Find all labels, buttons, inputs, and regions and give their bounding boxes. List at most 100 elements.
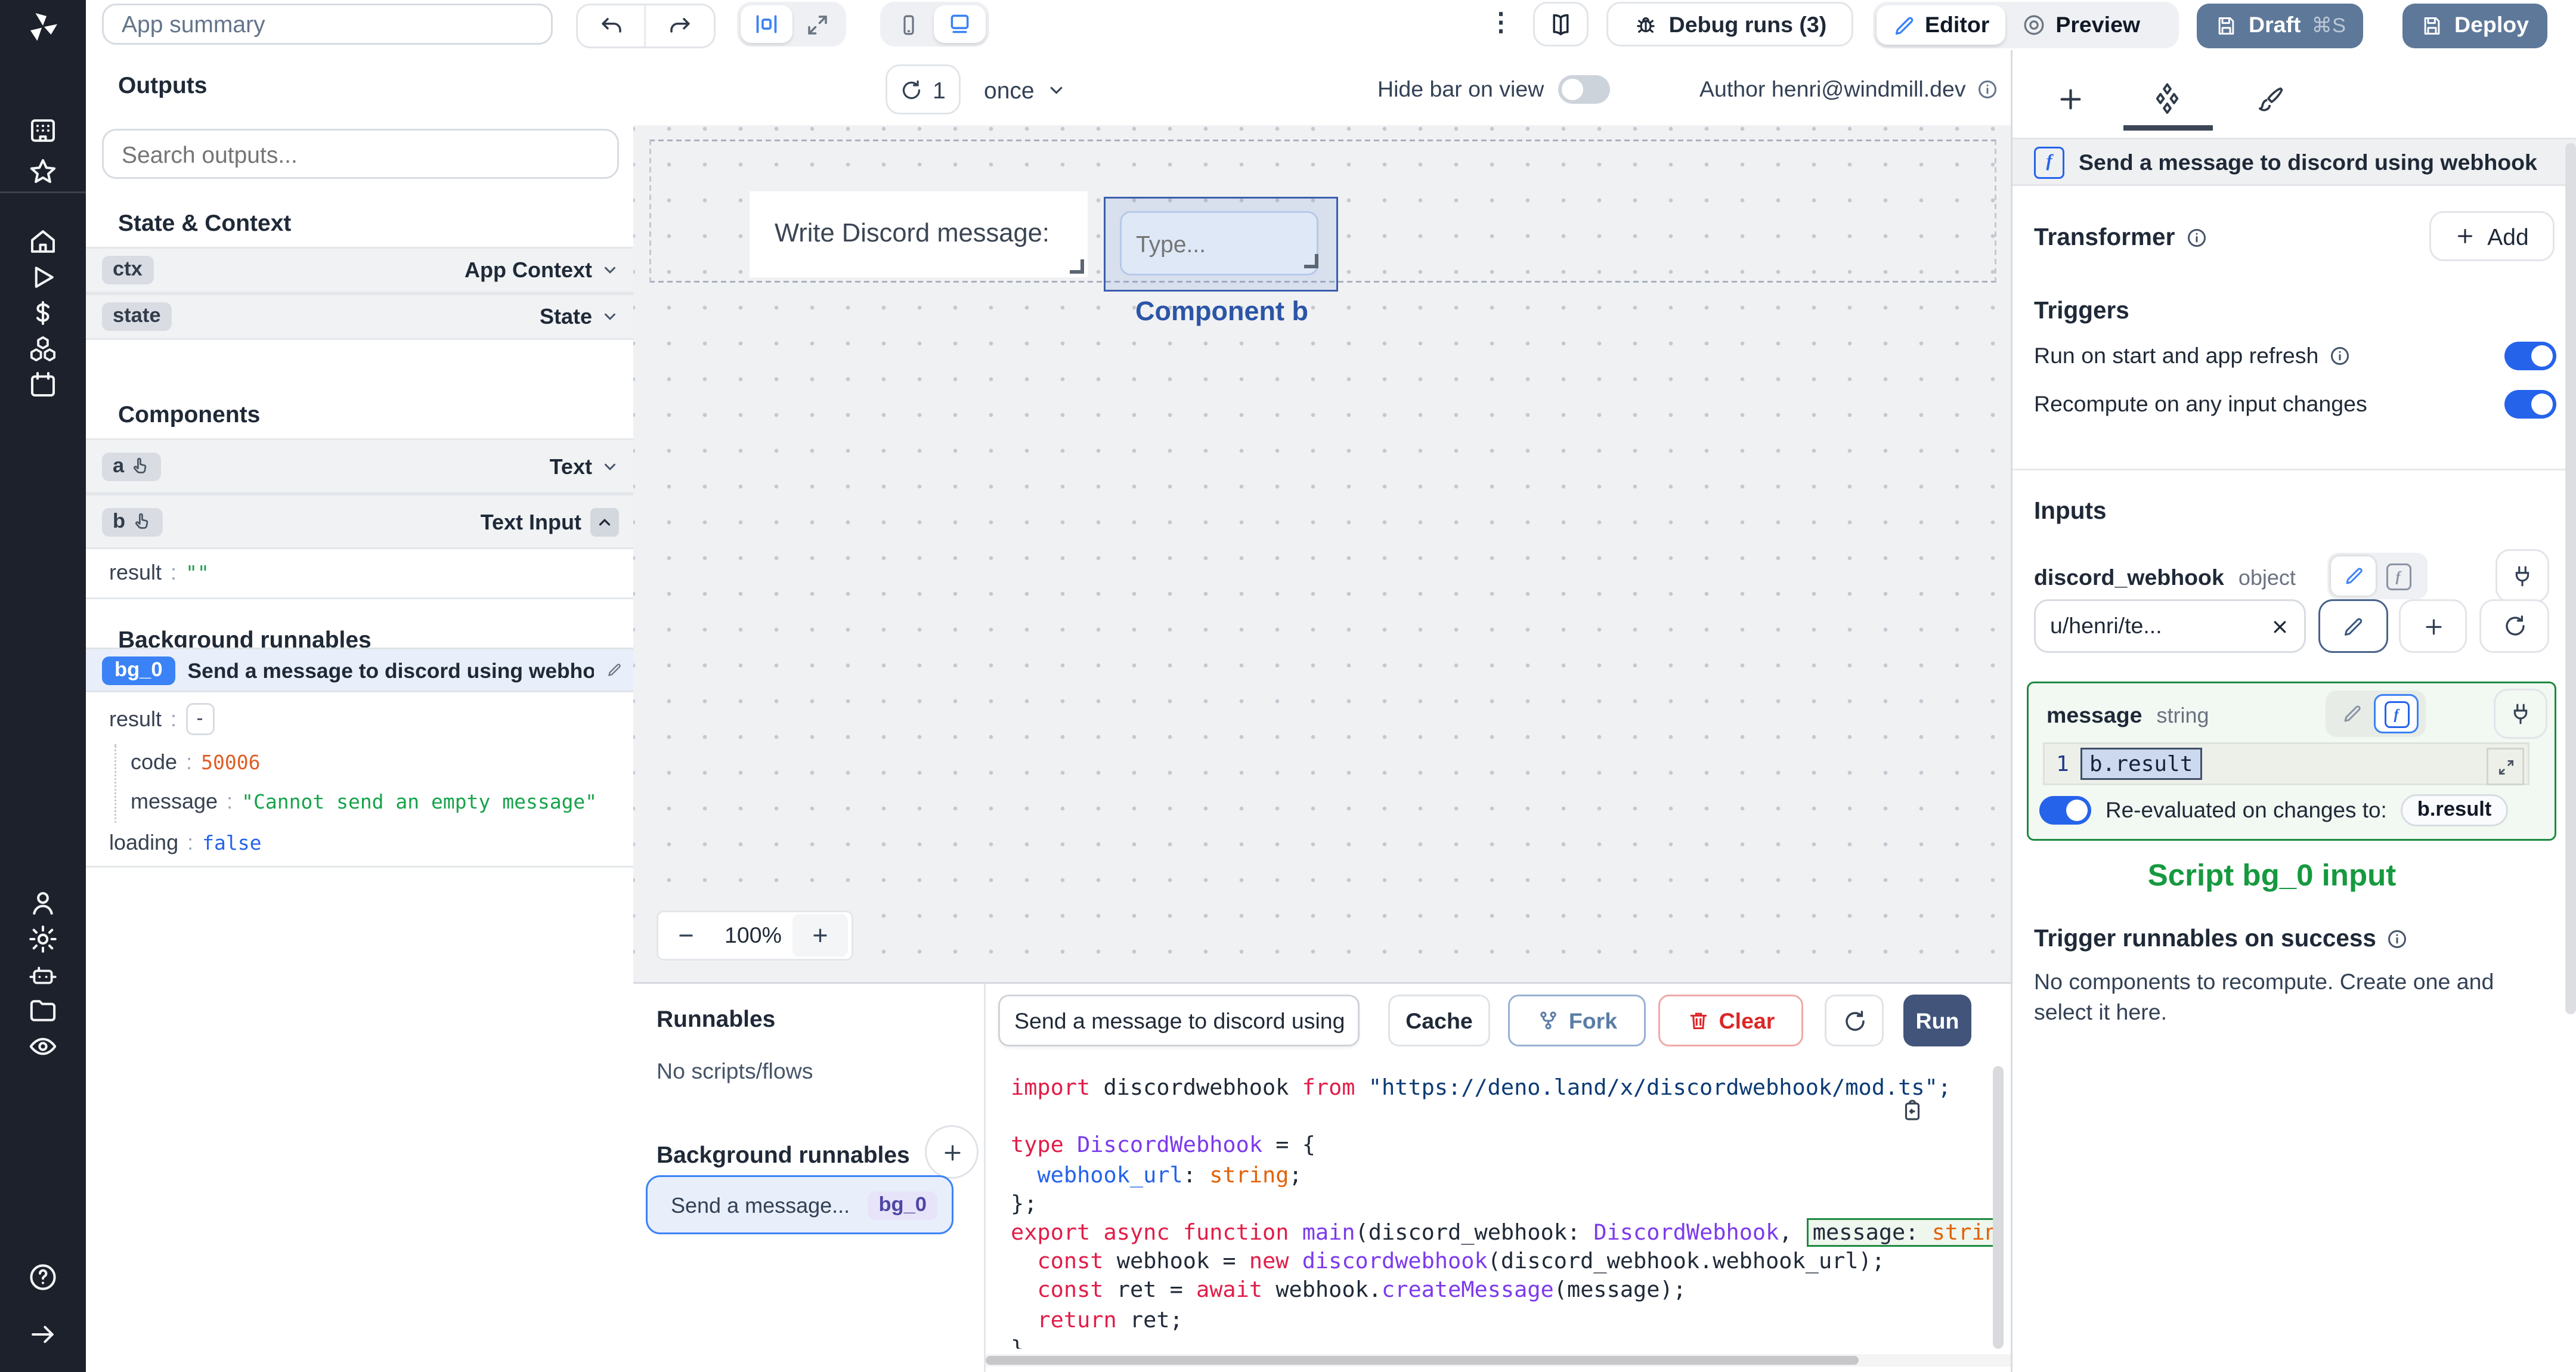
help-icon[interactable] xyxy=(27,1261,59,1293)
fork-button[interactable]: Fork xyxy=(1508,995,1646,1046)
mobile-view-button[interactable] xyxy=(884,5,934,43)
code-editor[interactable]: import discordwebhook from "https://deno… xyxy=(986,1059,1996,1349)
draft-button[interactable]: Draft ⌘S xyxy=(2197,2,2364,48)
bg0-runnable-card[interactable]: Send a message... bg_0 xyxy=(646,1175,953,1234)
add-resource-button[interactable] xyxy=(2399,599,2467,653)
collapse-row-button[interactable] xyxy=(590,507,619,536)
connect-plug-button[interactable] xyxy=(2494,689,2547,739)
center-canvas-button[interactable] xyxy=(741,5,792,43)
code-lines: import discordwebhook from "https://deno… xyxy=(1011,1073,1996,1349)
runnable-name-input[interactable] xyxy=(998,995,1360,1046)
desktop-view-button[interactable] xyxy=(934,5,986,43)
selected-expression[interactable]: b.result xyxy=(2080,748,2202,780)
clear-button[interactable]: Clear xyxy=(1658,995,1803,1046)
home-icon[interactable] xyxy=(27,225,59,258)
run-on-start-toggle[interactable] xyxy=(2504,342,2556,370)
output-row-component-a[interactable]: a Text xyxy=(86,438,633,494)
component-settings-panel: f Send a message to discord using webhoo… xyxy=(2011,50,2576,1372)
edit-resource-button[interactable] xyxy=(2318,599,2388,653)
deploy-button[interactable]: Deploy xyxy=(2402,2,2547,48)
output-row-bg0[interactable]: bg_0 Send a message to discord using web… xyxy=(86,648,633,692)
static-mode-button[interactable] xyxy=(2329,694,2374,733)
folders-icon[interactable] xyxy=(27,995,59,1027)
tab-preview[interactable]: Preview xyxy=(2005,5,2156,45)
app-canvas[interactable]: Write Discord message: Component b − 100… xyxy=(633,125,2011,982)
save-icon xyxy=(2424,16,2440,34)
schedule-select[interactable]: once xyxy=(984,64,1067,114)
settings-gear-icon[interactable] xyxy=(27,923,59,955)
text-input-component[interactable] xyxy=(1120,211,1318,275)
mobile-icon xyxy=(903,14,914,34)
kebab-menu[interactable]: ⋮ xyxy=(1488,7,1513,38)
component-b-selected[interactable] xyxy=(1104,197,1338,292)
cache-button[interactable]: Cache xyxy=(1388,995,1490,1046)
windmill-logo[interactable] xyxy=(25,9,61,45)
resize-handle[interactable] xyxy=(1304,254,1318,268)
recompute-toggle[interactable] xyxy=(2504,390,2556,419)
code-horizontal-scrollbar[interactable] xyxy=(986,1354,2011,1367)
resize-handle[interactable] xyxy=(1070,259,1084,274)
discord-webhook-resource-field[interactable]: u/henri/te... xyxy=(2034,599,2306,653)
output-row-state[interactable]: state State xyxy=(86,293,633,340)
apps-icon[interactable] xyxy=(27,114,59,147)
app-summary-input[interactable] xyxy=(102,4,553,45)
static-mode-button[interactable] xyxy=(2331,556,2376,596)
tab-settings[interactable] xyxy=(2148,80,2184,116)
add-transformer-button[interactable]: Add xyxy=(2429,211,2555,261)
copy-code-button[interactable] xyxy=(1900,1098,1925,1123)
selected-component-label: Component b xyxy=(1135,297,1308,327)
run-button[interactable]: Run xyxy=(1903,995,1971,1046)
component-a-text[interactable]: Write Discord message: xyxy=(750,191,1088,277)
debug-runs-button[interactable]: Debug runs (3) xyxy=(1606,2,1853,47)
fullscreen-button[interactable] xyxy=(792,5,843,43)
discord-webhook-field-heading: discord_webhook object xyxy=(2034,565,2296,590)
tab-insert[interactable] xyxy=(2052,80,2088,116)
collapse-arrow-icon[interactable] xyxy=(27,1318,59,1351)
hide-bar-toggle[interactable] xyxy=(1558,75,1611,104)
eval-mode-button[interactable]: f xyxy=(2376,556,2420,596)
schedules-calendar-icon[interactable] xyxy=(27,368,59,401)
collapse-result-button[interactable]: - xyxy=(185,703,215,735)
variables-dollar-icon[interactable] xyxy=(27,297,59,329)
docs-button[interactable] xyxy=(1533,2,1589,47)
components-title: Components xyxy=(118,401,261,428)
reeval-target-chip[interactable]: b.result xyxy=(2401,794,2508,826)
user-icon[interactable] xyxy=(27,887,59,919)
active-tab-underline xyxy=(2123,125,2213,131)
success-heading: Trigger runnables on success xyxy=(2034,925,2408,952)
state-context-title: State & Context xyxy=(118,209,292,236)
reeval-toggle[interactable] xyxy=(2039,796,2091,825)
zoom-out-button[interactable]: − xyxy=(658,914,714,957)
panel-scrollbar[interactable] xyxy=(2565,143,2576,1014)
hand-pointer-icon xyxy=(134,457,147,473)
chevron-up-icon xyxy=(599,518,611,525)
refresh-icon xyxy=(2504,615,2524,636)
resources-cubes-icon[interactable] xyxy=(27,333,59,365)
tab-editor[interactable]: Editor xyxy=(1877,5,2006,45)
audit-eye-icon[interactable] xyxy=(27,1030,59,1063)
runs-icon[interactable] xyxy=(27,261,59,293)
redo-button[interactable] xyxy=(646,5,712,47)
workers-robot-icon[interactable] xyxy=(27,959,59,991)
connect-plug-button[interactable] xyxy=(2496,549,2549,603)
runnables-title: Runnables xyxy=(657,1005,776,1032)
message-expression-editor[interactable]: 1 b.result xyxy=(2043,742,2529,785)
tab-styling[interactable] xyxy=(2252,80,2288,116)
output-row-ctx[interactable]: ctx App Context xyxy=(86,247,633,293)
refresh-resource-button[interactable] xyxy=(2479,599,2549,653)
favorites-star-icon[interactable] xyxy=(27,156,59,188)
code-vertical-scrollbar[interactable] xyxy=(1993,1066,2004,1349)
success-empty-text: No components to recompute. Create one a… xyxy=(2034,970,2494,1025)
clear-x-icon xyxy=(2274,620,2286,632)
rerun-button[interactable] xyxy=(1825,995,1884,1046)
refresh-count-box[interactable]: 1 xyxy=(886,64,961,114)
search-outputs-input[interactable] xyxy=(102,129,619,179)
expand-editor-button[interactable] xyxy=(2487,748,2524,785)
eval-mode-button[interactable]: f xyxy=(2374,694,2419,733)
add-background-runnable-button[interactable] xyxy=(925,1125,979,1179)
undo-button[interactable] xyxy=(578,5,644,47)
output-row-component-b[interactable]: b Text Input xyxy=(86,494,633,549)
zoom-in-button[interactable]: + xyxy=(792,914,848,957)
undo-redo-group xyxy=(576,4,716,48)
bg0-loading-row: loading: false xyxy=(109,830,262,855)
